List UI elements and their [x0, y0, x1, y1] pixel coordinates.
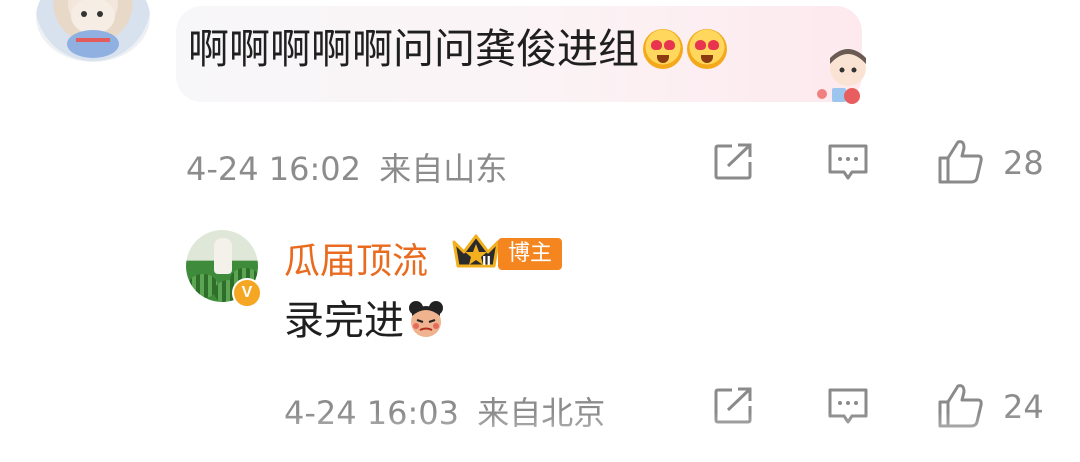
reply-comment-button[interactable] [826, 142, 870, 186]
reply-text: 录完进 [284, 298, 404, 344]
comment-meta: 4-24 16:02 来自山东 [186, 144, 507, 190]
blogger-badge: 博主 [498, 238, 563, 270]
crown-level-badge-icon: II [450, 232, 502, 272]
comment-icon [828, 144, 868, 180]
like-button[interactable] [936, 138, 986, 188]
verified-badge-icon: V [232, 278, 262, 308]
comment-like-count: 28 [1003, 144, 1044, 182]
comment-text-row: 啊啊啊啊啊问问龚俊进组 [188, 18, 727, 80]
commenter-avatar[interactable] [36, 0, 150, 62]
comment-text: 啊啊啊啊啊问问龚俊进组 [188, 25, 639, 73]
share-icon [714, 143, 752, 180]
comment-timestamp: 4-24 16:02 [186, 150, 362, 188]
reply-text-row: 录完进 [284, 293, 446, 349]
heart-eyes-emoji-icon [687, 29, 727, 69]
heart-eyes-emoji-icon [643, 29, 683, 69]
reply-username[interactable]: 瓜届顶流 [284, 232, 428, 284]
decorative-character-sticker-icon [812, 44, 874, 110]
comment-location: 来自山东 [379, 150, 508, 188]
level-badge-text: II [482, 254, 491, 268]
bottom-fade-overlay [0, 412, 1080, 462]
thumbs-up-icon [938, 140, 983, 184]
cartoon-face-emoji-icon [406, 299, 446, 339]
share-button[interactable] [712, 142, 756, 186]
